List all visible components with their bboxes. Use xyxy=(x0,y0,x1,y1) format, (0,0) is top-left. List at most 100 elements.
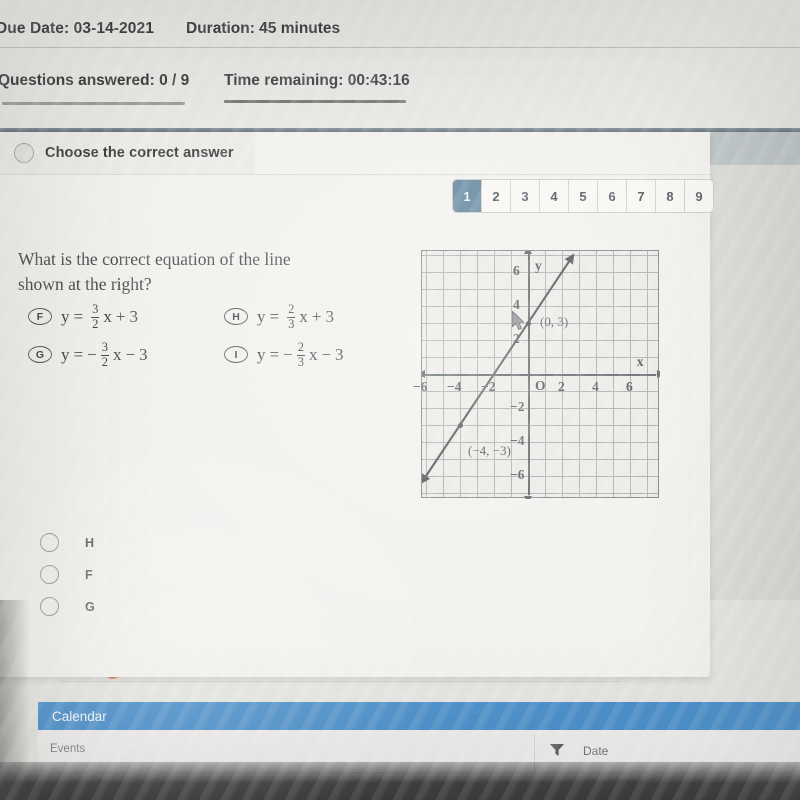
choice-i-equation: y = − 2 3 x − 3 xyxy=(257,341,344,368)
answer-option-f[interactable]: F xyxy=(40,565,93,584)
choice-h-equation: y = 2 3 x + 3 xyxy=(257,303,334,330)
choice-i-variable: x xyxy=(308,344,318,364)
page-button-5[interactable]: 5 xyxy=(569,180,598,212)
choice-g-operator: − xyxy=(125,344,136,364)
y-tick-6: 6 xyxy=(513,263,520,278)
origin-label: O xyxy=(535,378,546,393)
screen-edge-shadow xyxy=(0,600,30,800)
plot-point-1 xyxy=(457,422,463,428)
choice-f[interactable]: F y = 3 2 x + 3 xyxy=(28,303,138,330)
calendar-header: Calendar xyxy=(38,702,800,730)
y-axis-label: y xyxy=(535,257,542,273)
duration-label: Duration: 45 minutes xyxy=(186,20,341,37)
page-button-1[interactable]: 1 xyxy=(453,180,482,212)
x-tick--4: −4 xyxy=(447,379,462,394)
x-tick--2: −2 xyxy=(481,379,496,394)
choice-h-numerator: 2 xyxy=(288,302,295,316)
answer-label-h: H xyxy=(85,535,95,550)
choice-g-numerator: 3 xyxy=(101,340,108,354)
choice-g-sign: − xyxy=(87,344,97,364)
point-label-0-3: (0, 3) xyxy=(540,314,569,329)
tab-strip: Choose the correct answer xyxy=(0,132,255,175)
choice-i-numerator: 2 xyxy=(297,340,304,354)
axis-arrowhead-y xyxy=(524,251,532,254)
choice-h-y: y xyxy=(257,306,266,326)
time-progress-bar xyxy=(224,100,406,103)
choice-f-variable: x xyxy=(103,306,112,326)
quiz-status-bar: Due Date: 03-14-2021 Duration: 45 minute… xyxy=(0,0,800,130)
questions-answered-label: Questions answered: 0 / 9 xyxy=(0,72,190,89)
question-text: What is the correct equation of the line… xyxy=(18,249,291,294)
card-divider xyxy=(0,174,710,175)
filter-icon[interactable] xyxy=(550,744,564,756)
y-tick--6: −6 xyxy=(510,467,525,482)
choice-h[interactable]: H y = 2 3 x + 3 xyxy=(224,303,334,330)
page-button-9[interactable]: 9 xyxy=(685,180,713,212)
tab-choose-the-correct-answer[interactable]: Choose the correct answer xyxy=(0,132,255,174)
answer-radio-h[interactable] xyxy=(40,533,59,552)
choice-letter-i: I xyxy=(224,346,248,363)
choice-f-constant: 3 xyxy=(129,306,138,326)
choice-i-denominator: 3 xyxy=(296,354,305,369)
calendar-title: Calendar xyxy=(52,708,107,724)
choice-letter-g: G xyxy=(28,346,52,363)
y-tick-2: 2 xyxy=(513,331,520,346)
choice-i-equals: = xyxy=(269,344,280,364)
page-button-4[interactable]: 4 xyxy=(540,180,569,212)
choice-g-fraction: 3 2 xyxy=(100,340,109,369)
due-date-label: Due Date: 03-14-2021 xyxy=(0,20,154,37)
page-button-2[interactable]: 2 xyxy=(482,180,511,212)
answer-radio-f[interactable] xyxy=(40,565,59,584)
choice-g[interactable]: G y = − 3 2 x − 3 xyxy=(28,341,148,368)
choice-h-equals: = xyxy=(269,306,280,326)
choice-i-constant: 3 xyxy=(335,344,344,364)
choice-letter-f: F xyxy=(28,308,52,325)
answer-option-g[interactable]: G xyxy=(40,597,95,616)
x-tick-6: 6 xyxy=(626,379,633,394)
page-button-8[interactable]: 8 xyxy=(656,180,685,212)
answer-label-f: F xyxy=(85,567,93,582)
choice-f-fraction: 3 2 xyxy=(91,302,100,331)
choice-f-equation: y = 3 2 x + 3 xyxy=(61,303,138,330)
question-pager[interactable]: 1 2 3 4 5 6 7 8 9 xyxy=(452,179,714,213)
x-axis-label: x xyxy=(636,354,644,369)
y-tick--4: −4 xyxy=(510,433,525,448)
choice-i-sign: − xyxy=(283,344,293,364)
choice-g-y: y xyxy=(61,344,70,364)
coordinate-graph: −6 −4 −2 2 4 6 6 4 2 −2 −4 −6 Oy x (0, 3) (−4, −3) xyxy=(413,250,660,499)
y-tick--2: −2 xyxy=(510,399,525,414)
answer-radio-g[interactable] xyxy=(40,597,59,616)
choice-f-equals: = xyxy=(73,306,84,326)
choice-i-y: y xyxy=(257,344,266,364)
choice-g-equation: y = − 3 2 x − 3 xyxy=(61,341,148,368)
choice-h-operator: + xyxy=(311,306,322,326)
page-button-3[interactable]: 3 xyxy=(511,180,540,212)
choice-f-operator: + xyxy=(115,306,126,326)
choice-h-denominator: 3 xyxy=(287,316,296,331)
tab-radio-icon[interactable] xyxy=(14,143,34,163)
screen-bottom-bezel xyxy=(0,762,800,800)
graph-plot xyxy=(422,251,660,499)
line-arrowhead xyxy=(564,253,575,265)
choice-f-numerator: 3 xyxy=(92,302,99,316)
tab-label: Choose the correct answer xyxy=(45,145,234,161)
answer-label-g: G xyxy=(85,599,95,614)
x-tick-2: 2 xyxy=(558,379,565,394)
choice-g-constant: 3 xyxy=(139,344,148,364)
choice-i[interactable]: I y = − 2 3 x − 3 xyxy=(224,341,344,368)
page-button-6[interactable]: 6 xyxy=(598,180,627,212)
time-remaining-label: Time remaining: 00:43:16 xyxy=(224,72,410,89)
answer-option-h[interactable]: H xyxy=(40,533,94,552)
choice-g-variable: x xyxy=(112,344,122,364)
choice-h-constant: 3 xyxy=(325,306,334,326)
axis-arrowhead-y xyxy=(524,496,532,499)
page-button-7[interactable]: 7 xyxy=(627,180,656,212)
axis-arrowhead-x xyxy=(422,370,425,378)
choice-h-fraction: 2 3 xyxy=(287,302,296,331)
choice-g-denominator: 2 xyxy=(100,354,109,369)
choice-f-denominator: 2 xyxy=(91,316,100,331)
photographed-screen: « ‹ › » 10 ▼ Links/Files per page Calend… xyxy=(0,0,800,800)
questions-progress-bar xyxy=(2,102,185,105)
choice-g-equals: = xyxy=(73,344,84,364)
choice-h-variable: x xyxy=(299,306,308,326)
